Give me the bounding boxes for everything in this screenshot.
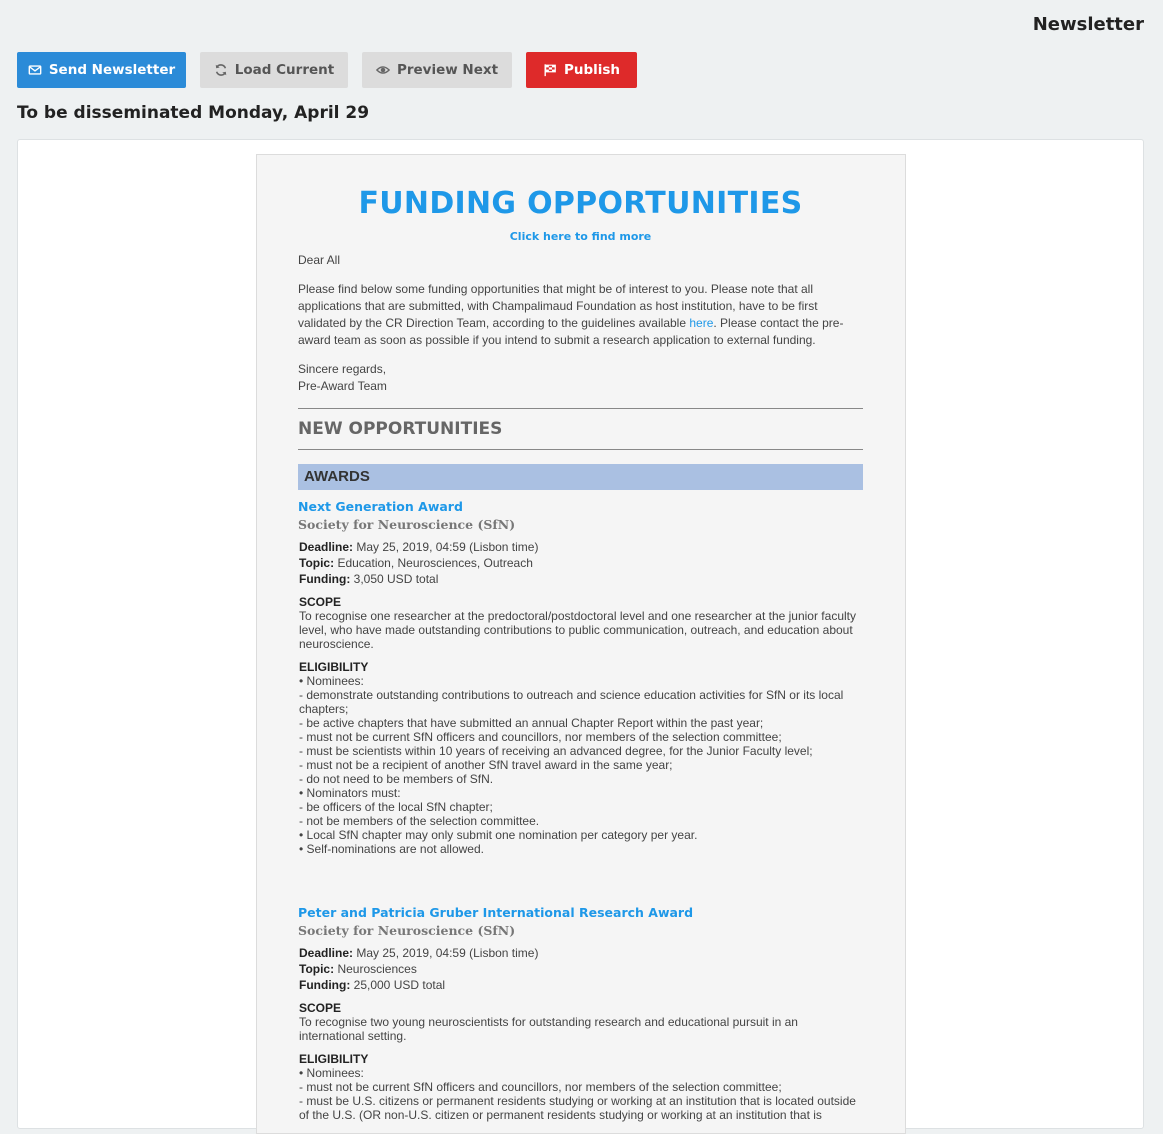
checkered-flag-icon	[544, 64, 556, 77]
scope-block: SCOPE To recognise one researcher at the…	[299, 595, 863, 651]
deadline-label: Deadline:	[299, 540, 354, 554]
dissemination-date: To be disseminated Monday, April 29	[17, 103, 370, 123]
eligibility-line: • Self-nominations are not allowed.	[299, 842, 484, 856]
eligibility-line: • Nominees:	[299, 674, 364, 688]
eligibility-line: • Nominators must:	[299, 786, 401, 800]
send-newsletter-button[interactable]: Send Newsletter	[17, 52, 186, 88]
eligibility-heading: ELIGIBILITY	[299, 1052, 369, 1066]
deadline-label: Deadline:	[299, 946, 354, 960]
eligibility-line: - be active chapters that have submitted…	[299, 716, 764, 730]
newsletter-preview: FUNDING OPPORTUNITIES Click here to find…	[256, 154, 906, 1134]
deadline-value: May 25, 2019, 04:59 (Lisbon time)	[356, 946, 539, 960]
load-current-button[interactable]: Load Current	[200, 52, 348, 88]
topic-value: Education, Neurosciences, Outreach	[337, 556, 533, 570]
eligibility-line: - must not be current SfN officers and c…	[299, 1080, 782, 1094]
eligibility-block: ELIGIBILITY • Nominees: - must not be cu…	[299, 1052, 863, 1122]
opportunity-fields: Deadline: May 25, 2019, 04:59 (Lisbon ti…	[299, 539, 863, 587]
eligibility-line: • Local SfN chapter may only submit one …	[299, 828, 698, 842]
topic-value: Neurosciences	[337, 962, 417, 976]
eye-icon	[375, 66, 390, 74]
team-signature: Pre-Award Team	[298, 379, 387, 393]
regards: Sincere regards,	[298, 362, 387, 376]
scope-text: To recognise two young neuroscientists f…	[299, 1015, 798, 1043]
eligibility-line: - demonstrate outstanding contributions …	[299, 688, 844, 716]
eligibility-line: - not be members of the selection commit…	[299, 814, 540, 828]
publish-button[interactable]: Publish	[526, 52, 637, 88]
scope-heading: SCOPE	[299, 595, 342, 609]
eligibility-line: - be officers of the local SfN chapter;	[299, 800, 493, 814]
eligibility-line: - must not be current SfN officers and c…	[299, 730, 782, 744]
guidelines-link[interactable]: here	[689, 316, 713, 330]
eligibility-line: • Nominees:	[299, 1066, 364, 1080]
eligibility-line: - must not be a recipient of another SfN…	[299, 758, 673, 772]
intro-paragraph: Please find below some funding opportuni…	[298, 281, 863, 349]
scope-block: SCOPE To recognise two young neuroscient…	[299, 1001, 863, 1043]
opportunity-title[interactable]: Peter and Patricia Gruber International …	[298, 905, 693, 920]
category-bar: AWARDS	[298, 464, 863, 490]
opportunity-fields: Deadline: May 25, 2019, 04:59 (Lisbon ti…	[299, 945, 863, 993]
opportunity-title[interactable]: Next Generation Award	[298, 499, 463, 514]
funding-value: 25,000 USD total	[353, 978, 446, 992]
publish-label: Publish	[563, 62, 621, 78]
greeting: Dear All	[298, 253, 341, 267]
find-more-link[interactable]: Click here to find more	[298, 230, 863, 243]
preview-next-label: Preview Next	[396, 62, 499, 78]
scope-text: To recognise one researcher at the predo…	[299, 609, 856, 651]
load-current-label: Load Current	[234, 62, 335, 78]
opportunity-org: Society for Neuroscience (SfN)	[298, 517, 516, 532]
funding-label: Funding:	[299, 978, 351, 992]
page-title: Newsletter	[1032, 14, 1144, 35]
scope-heading: SCOPE	[299, 1001, 342, 1015]
eligibility-block: ELIGIBILITY • Nominees: - demonstrate ou…	[299, 660, 863, 856]
eligibility-line: - must be scientists within 10 years of …	[299, 744, 813, 758]
preview-next-button[interactable]: Preview Next	[362, 52, 512, 88]
section-title: NEW OPPORTUNITIES	[298, 419, 503, 439]
divider-top	[298, 408, 863, 409]
send-newsletter-label: Send Newsletter	[48, 62, 176, 78]
newsletter-headline: FUNDING OPPORTUNITIES	[358, 186, 803, 221]
opportunity-org: Society for Neuroscience (SfN)	[298, 923, 516, 938]
envelope-icon	[28, 65, 42, 75]
deadline-value: May 25, 2019, 04:59 (Lisbon time)	[356, 540, 539, 554]
eligibility-heading: ELIGIBILITY	[299, 660, 369, 674]
divider-bottom	[298, 449, 863, 450]
topic-label: Topic:	[299, 962, 335, 976]
funding-label: Funding:	[299, 572, 351, 586]
eligibility-line: - do not need to be members of SfN.	[299, 772, 494, 786]
funding-value: 3,050 USD total	[353, 572, 439, 586]
refresh-icon	[215, 64, 227, 76]
topic-label: Topic:	[299, 556, 335, 570]
